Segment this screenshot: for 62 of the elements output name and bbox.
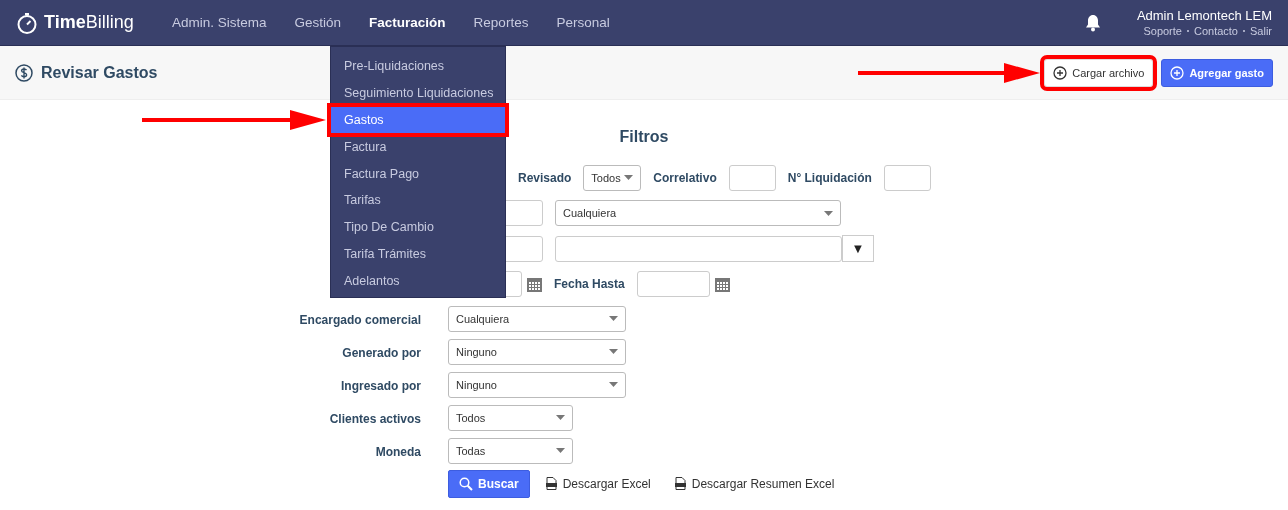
calendar-icon[interactable] [527,276,542,292]
bell-icon[interactable] [1084,13,1101,32]
user-link[interactable]: Contacto [1193,25,1238,37]
add-expense-button[interactable]: Agregar gasto [1161,58,1273,87]
plus-circle-icon [1053,65,1068,80]
menu-item[interactable]: Factura Pago [331,160,505,187]
plus-circle-icon [1170,65,1185,80]
filter-label: Correlativo [653,170,717,185]
spreadsheet-file-icon [545,477,557,490]
dropdown[interactable]: Cualquiera [555,200,841,227]
caret-icon [609,382,618,387]
nav-item[interactable]: Admin. Sistema [158,15,281,30]
dropdown[interactable]: Todas [448,437,573,464]
user-link[interactable]: Soporte [1143,25,1182,37]
menu-item[interactable]: Tarifa Trámites [331,240,505,268]
dropdown[interactable]: Ninguno [448,371,626,398]
caret-icon [556,415,565,420]
stopwatch-icon [16,11,38,34]
menu-item[interactable]: Tarifas [331,187,505,214]
filter-label: Encargado comercial [299,312,421,327]
caret-icon [609,316,618,321]
filters-title: Filtros [618,128,670,146]
dropdown[interactable]: Todos [448,404,573,431]
nav-item[interactable]: Reportes [459,15,543,30]
brand-name: TimeBilling [44,12,134,33]
search-button[interactable]: Buscar [448,469,530,498]
dropdown-toggle-button[interactable]: ▼ [842,235,874,263]
input-field[interactable] [883,164,931,191]
nav-item[interactable]: Personal [542,15,624,30]
filter-label: Revisado [518,170,572,185]
filter-label: Ingresado por [341,378,421,393]
nav-item[interactable]: Facturación [355,15,460,30]
user-link[interactable]: Salir [1250,25,1272,37]
caret-icon [824,210,833,216]
input-field[interactable] [555,235,842,262]
dollar-icon [15,63,33,82]
user-name: Admin Lemontech LEM [1136,8,1272,23]
dropdown[interactable]: Todos [583,164,642,191]
caret-icon [609,349,618,354]
caret-icon [624,175,634,181]
input-field[interactable] [728,164,776,191]
menu-item[interactable]: Tipo De Cambio [331,213,505,241]
filter-label: Fecha Hasta [554,277,625,292]
page-title: Revisar Gastos [41,63,158,82]
search-icon [459,476,473,491]
menu-item[interactable]: Adelantos [331,267,505,295]
download-excel-link[interactable]: Descargar Resumen Excel [674,476,835,491]
input-field[interactable] [636,271,710,298]
menu-item[interactable]: Seguimiento Liquidaciones [331,79,505,107]
filter-label: Clientes activos [329,411,421,426]
dropdown[interactable]: Cualquiera [448,305,626,332]
caret-icon [556,448,565,453]
menu-item[interactable]: Pre-Liquidaciones [331,53,505,80]
filter-label: Moneda [375,444,421,459]
filter-label: Generado por [342,345,421,360]
menu-item[interactable]: Factura [331,133,505,161]
dropdown[interactable]: Ninguno [448,338,626,365]
nav-item[interactable]: Gestión [280,15,356,30]
download-excel-link[interactable]: Descargar Excel [545,476,651,491]
spreadsheet-file-icon [674,477,686,490]
calendar-icon[interactable] [714,276,730,292]
filter-label: N° Liquidación [787,170,872,185]
